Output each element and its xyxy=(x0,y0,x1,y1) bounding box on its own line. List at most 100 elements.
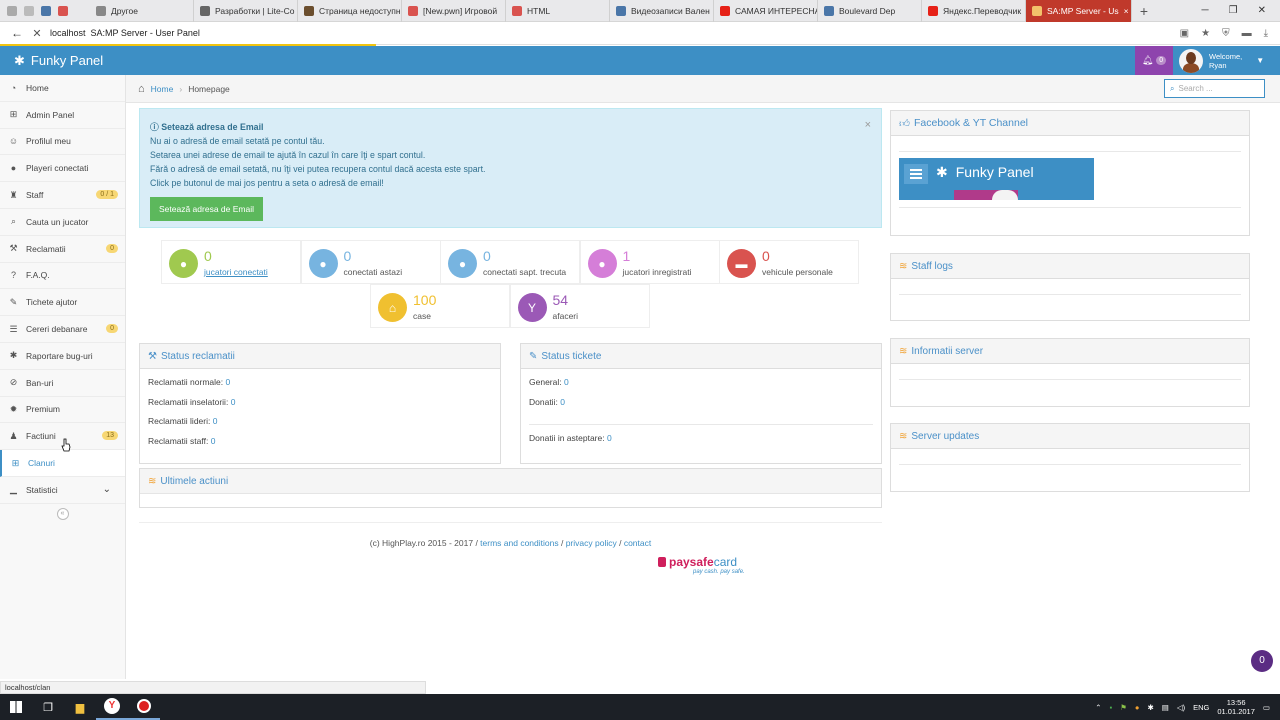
breadcrumb-home-link[interactable]: Home xyxy=(151,84,174,94)
lock-icon[interactable]: ▬ xyxy=(1242,28,1252,39)
sidebar-item[interactable]: ◔ Home xyxy=(0,75,125,102)
sidebar-item[interactable]: ✎ Tichete ajutor xyxy=(0,289,125,317)
chat-bubble-button[interactable]: 0 xyxy=(1251,650,1273,672)
email-alert: ⓘ Setează adresa de Email Nu ai o adresă… xyxy=(139,108,882,228)
ban-icon: ⊘ xyxy=(9,377,18,388)
tray-app-icon[interactable]: ▪ xyxy=(1110,703,1113,712)
clock[interactable]: 13:56 01.01.2017 xyxy=(1217,698,1255,716)
browser-tab[interactable]: Boulevard Dep xyxy=(818,0,922,22)
sidebar-item[interactable]: ☺ Profilul meu xyxy=(0,129,125,156)
row-value[interactable]: 0 xyxy=(564,377,569,387)
stop-loading-icon[interactable]: ✕ xyxy=(28,27,46,40)
bookmark-star-icon[interactable]: ★ xyxy=(1201,28,1210,39)
row-value[interactable]: 0 xyxy=(231,397,236,407)
row-value[interactable]: 0 xyxy=(607,433,612,443)
browser-tab[interactable]: САМАЯ ИНТЕРЕСНА xyxy=(714,0,818,22)
contact-link[interactable]: contact xyxy=(624,538,651,548)
tray-coin-icon[interactable]: ● xyxy=(1135,703,1140,712)
back-button[interactable]: ← xyxy=(6,26,28,40)
alert-title-row: ⓘ Setează adresa de Email xyxy=(150,120,871,134)
sidebar-item[interactable]: ▁ Statistici ⌄ xyxy=(0,477,125,504)
tab-favicon xyxy=(1032,5,1042,16)
close-window-icon[interactable]: ✕ xyxy=(1258,5,1266,16)
panel-title: Status reclamatii xyxy=(160,350,235,362)
stat-label[interactable]: jucatori conectati xyxy=(204,267,268,277)
row-value[interactable]: 0 xyxy=(211,436,216,446)
panel-title: Server updates xyxy=(911,430,980,442)
download-icon[interactable]: ⤓ xyxy=(1264,28,1268,39)
browser-tab[interactable]: [New.pwn] Игровой xyxy=(402,0,506,22)
volume-icon[interactable]: ◁) xyxy=(1177,703,1185,712)
search-box[interactable]: ⌕ Search ... xyxy=(1164,79,1265,98)
screen: Другое Разработки | Lite-Co Страница недос… xyxy=(0,0,1280,720)
task-view-button[interactable]: ❐ xyxy=(32,694,64,720)
language-indicator[interactable]: ENG xyxy=(1193,703,1209,712)
minimize-icon[interactable]: ─ xyxy=(1202,5,1209,16)
privacy-link[interactable]: privacy policy xyxy=(566,538,617,548)
notifications-button[interactable]: 🔔︎ 0 xyxy=(1135,46,1173,75)
username: Ryan xyxy=(1209,60,1227,70)
stat-card[interactable]: ● 0 conectati sapt. trecuta xyxy=(440,240,580,284)
browser-tab[interactable]: Разработки | Lite-Co xyxy=(194,0,298,22)
stat-card[interactable]: ▬ 0 vehicule personale xyxy=(719,240,859,284)
browser-tab[interactable]: Видеозаписи Вален xyxy=(610,0,714,22)
url-host[interactable]: localhost xyxy=(50,28,86,38)
row-value[interactable]: 0 xyxy=(226,377,231,387)
sidebar-item[interactable]: ? F.A.Q. xyxy=(0,263,125,290)
row-value[interactable]: 0 xyxy=(213,416,218,426)
tab-title: SA:MP Server - Us xyxy=(1047,5,1119,16)
sidebar-item[interactable]: ⚒ Reclamatii 0 xyxy=(0,236,125,263)
sidebar-item[interactable]: ☰ Cereri debanare 0 xyxy=(0,316,125,343)
sidebar-item[interactable]: ● Playeri conectati xyxy=(0,155,125,183)
notifications-center-icon[interactable]: ▭ xyxy=(1263,703,1270,712)
browser-tab[interactable]: Яндекс.Переводчик xyxy=(922,0,1026,22)
browser-tab[interactable]: HTML xyxy=(506,0,610,22)
paysafecard-logo[interactable]: paysafecard pay cash. pay safe. xyxy=(657,555,747,579)
sidebar-item[interactable]: ⊘ Ban-uri xyxy=(0,370,125,397)
bug-icon: ✱ xyxy=(14,52,25,68)
start-button[interactable] xyxy=(0,694,32,720)
stat-card[interactable]: ● 1 jucatori inregistrati xyxy=(579,240,720,284)
new-tab-button[interactable]: + xyxy=(1132,3,1156,19)
sidebar-item[interactable]: ♜ Staff 0 / 1 xyxy=(0,182,125,209)
protect-shield-icon[interactable]: ⛨ xyxy=(1222,28,1230,39)
pinned-tab-icon[interactable] xyxy=(41,5,51,16)
facebook-banner[interactable]: ✱ Funky Panel xyxy=(899,158,1094,200)
pinned-tab-icon[interactable] xyxy=(58,5,68,16)
tab-active[interactable]: SA:MP Server - Us × xyxy=(1026,0,1132,22)
network-icon[interactable]: ▤ xyxy=(1162,703,1169,712)
brand-logo[interactable]: ✱ Funky Panel xyxy=(0,53,300,69)
tray-expand-icon[interactable]: ⌃ xyxy=(1095,703,1101,712)
sidebar-item[interactable]: ⊞ Clanuri xyxy=(0,450,125,477)
sidebar-item[interactable]: ✹ Premium xyxy=(0,397,125,424)
pinned-tab-icon[interactable] xyxy=(7,5,17,16)
url-page-title[interactable]: SA:MP Server - User Panel xyxy=(91,28,200,38)
file-explorer-button[interactable]: ▆ xyxy=(64,694,96,720)
terms-link[interactable]: terms and conditions xyxy=(480,538,558,548)
row-value[interactable]: 0 xyxy=(560,397,565,407)
yandex-browser-button[interactable]: Y xyxy=(96,694,128,720)
collapse-sidebar-icon[interactable]: « xyxy=(56,507,69,520)
close-tab-icon[interactable]: × xyxy=(1124,6,1129,16)
search-input[interactable]: Search ... xyxy=(1178,84,1212,93)
tray-flag-icon[interactable]: ⚑ xyxy=(1120,703,1127,712)
pinned-tab-icon[interactable] xyxy=(24,5,34,16)
stat-card[interactable]: ● 0 conectati astazi xyxy=(300,240,441,284)
record-app-button[interactable] xyxy=(128,694,160,720)
tray-bluetooth-icon[interactable]: ✱ xyxy=(1147,703,1153,712)
stat-card[interactable]: Y 54 afaceri xyxy=(509,284,650,328)
browser-tab[interactable]: Другое xyxy=(90,0,194,22)
user-menu[interactable]: Welcome, Ryan ▼ xyxy=(1175,46,1280,75)
reader-icon[interactable]: ▣ xyxy=(1180,28,1189,39)
stat-card[interactable]: ⌂ 100 case xyxy=(370,284,510,328)
restore-icon[interactable]: ❐ xyxy=(1229,5,1238,16)
sidebar-item[interactable]: ⊞ Admin Panel xyxy=(0,102,125,129)
set-email-button[interactable]: Setează adresa de Email xyxy=(150,197,263,221)
tab-title: Яндекс.Переводчик xyxy=(943,5,1022,16)
stat-card[interactable]: ● 0 jucatori conectati xyxy=(161,240,301,284)
browser-tab[interactable]: Страница недоступна xyxy=(298,0,402,22)
close-alert-icon[interactable]: × xyxy=(865,118,871,132)
sidebar-item[interactable]: ✱ Raportare bug-uri xyxy=(0,343,125,370)
sidebar-item[interactable]: ⌕ Cauta un jucator xyxy=(0,209,125,236)
footer: (c) HighPlay.ro 2015 - 2017 / terms and … xyxy=(139,522,882,548)
